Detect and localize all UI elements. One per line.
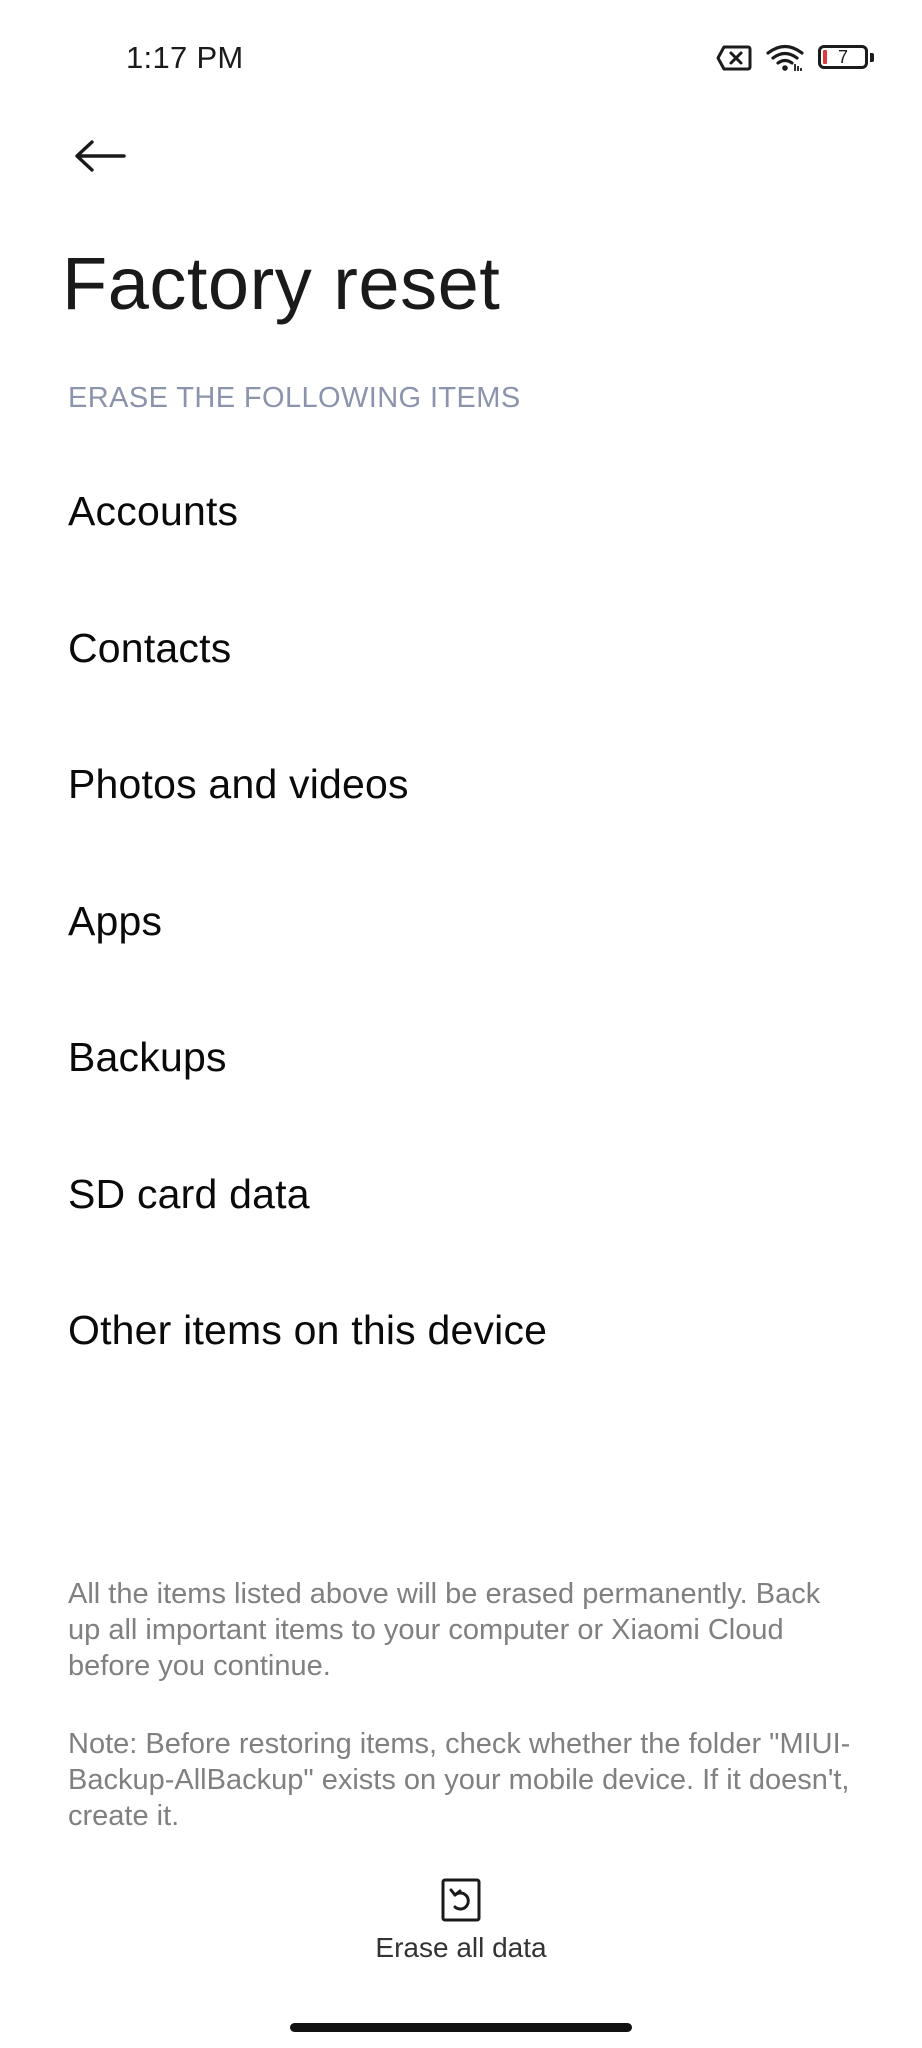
erase-all-data-label: Erase all data [375,1932,547,1963]
status-time: 1:17 PM [126,40,244,75]
wifi-icon [766,44,804,72]
list-item-apps: Apps [68,897,163,944]
list-item-backups: Backups [68,1034,227,1080]
section-header: ERASE THE FOLLOWING ITEMS [68,382,521,414]
battery-icon: 7 [818,45,874,71]
battery-level: 7 [837,47,848,67]
home-indicator[interactable] [290,2023,632,2032]
erase-all-data-button[interactable]: Erase all data [361,1872,561,1972]
note-text: Note: Before restoring items, check whet… [68,1728,851,1832]
list-item-photos-and-videos: Photos and videos [68,761,409,807]
list-item-accounts: Accounts [68,488,239,534]
status-bar: 1:17 PM 7 [0,0,922,120]
warning-text: All the items listed above will be erase… [68,1578,821,1682]
erase-items-list: Accounts Contacts Photos and videos Apps… [68,468,868,1424]
list-item-sd-card-data: SD card data [68,1170,310,1217]
page-title: Factory reset [62,242,501,325]
reset-icon [441,1878,481,1922]
status-icons: 7 [716,44,874,72]
back-arrow-icon [74,139,126,178]
sim-card-missing-icon [716,45,752,71]
back-button[interactable] [64,128,136,188]
list-item-other-items: Other items on this device [68,1307,548,1353]
list-item-contacts: Contacts [68,624,232,671]
